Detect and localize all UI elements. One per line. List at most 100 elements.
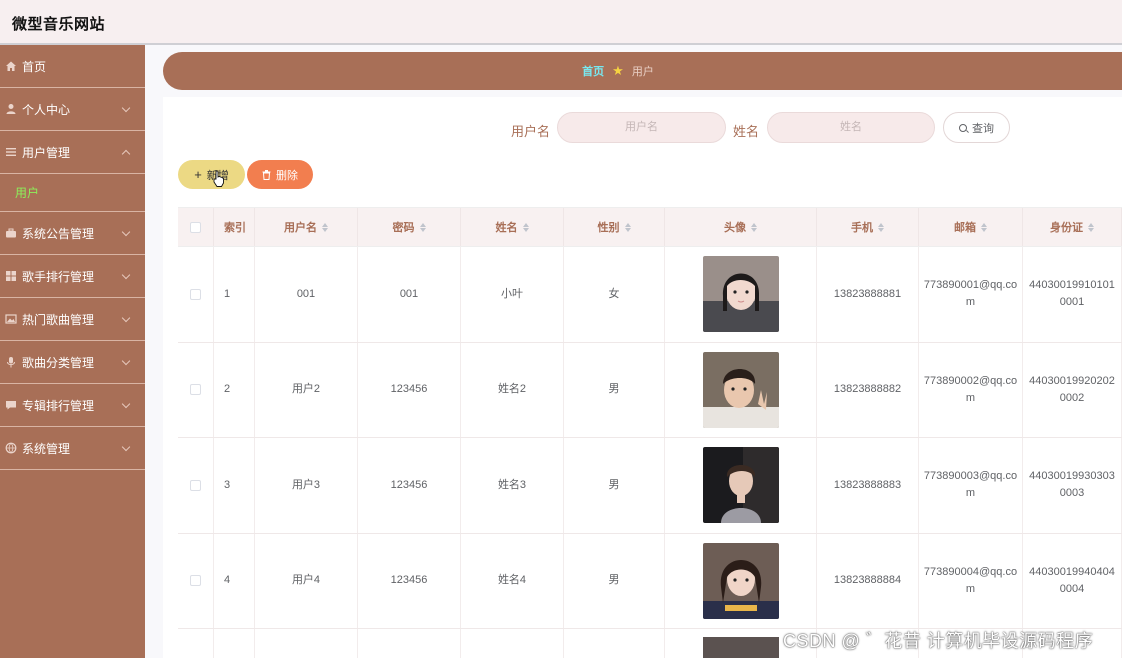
query-button[interactable]: 查询 <box>943 112 1010 143</box>
sidebar-item-album-ranking[interactable]: 专辑排行管理 <box>0 384 145 427</box>
column-header-username[interactable]: 用户名 <box>255 208 358 246</box>
sidebar-item-label: 专辑排行管理 <box>22 398 95 413</box>
table-row[interactable]: 3 用户3 123456 姓名3 男 13823888883 773890003… <box>178 438 1122 534</box>
trash-icon <box>262 169 271 180</box>
sidebar-item-label: 系统公告管理 <box>22 226 95 241</box>
sort-icon[interactable] <box>624 222 631 232</box>
plus-icon: + <box>194 167 202 182</box>
globe-icon <box>5 442 17 454</box>
breadcrumb-current: 用户 <box>631 66 654 78</box>
select-all-checkbox-cell[interactable] <box>178 208 214 246</box>
grid-icon <box>6 271 16 281</box>
column-header-id-card[interactable]: 身份证 <box>1023 208 1122 246</box>
cell-password: 123456 <box>358 438 461 533</box>
chevron-down-icon <box>121 313 131 323</box>
avatar <box>702 542 779 619</box>
sidebar-item-hot-songs[interactable]: 热门歌曲管理 <box>0 298 145 341</box>
picture-icon <box>5 314 17 324</box>
person-icon <box>6 104 16 114</box>
cell-name: 姓名3 <box>461 438 564 533</box>
sidebar-item-label: 歌手排行管理 <box>22 269 95 284</box>
username-label: 用户名 <box>511 124 551 139</box>
cell-id-card: 440300199303030003 <box>1023 438 1122 533</box>
sort-icon[interactable] <box>419 222 426 232</box>
sidebar-item-system-management[interactable]: 系统管理 <box>0 427 145 470</box>
sidebar-item-announcements[interactable]: 系统公告管理 <box>0 212 145 255</box>
column-header-name[interactable]: 姓名 <box>461 208 564 246</box>
briefcase-icon <box>6 228 16 238</box>
breadcrumb-home[interactable]: 首页 <box>582 63 604 79</box>
chevron-down-icon <box>121 227 131 237</box>
watermark: CSDN @ ゛花昔 计算机毕设源码程序 <box>783 631 1094 651</box>
chat-icon <box>6 401 16 410</box>
sort-icon[interactable] <box>751 222 757 232</box>
table-row[interactable]: 4 用户4 123456 姓名4 男 13823888884 773890004… <box>178 533 1122 629</box>
add-button[interactable]: + 新增 <box>178 160 245 189</box>
sidebar-item-label: 个人中心 <box>22 102 71 117</box>
cell-gender: 男 <box>564 533 665 628</box>
row-checkbox[interactable] <box>190 479 201 491</box>
breadcrumb: 首页 ★ 用户 <box>163 52 1122 90</box>
column-header-phone[interactable]: 手机 <box>817 208 919 246</box>
main-panel: 用户名 用户名 姓名 姓名 查询 + 新增 删除 索引 用户名 密码 姓名 性别… <box>163 97 1122 658</box>
table-row[interactable]: 2 用户2 123456 姓名2 男 13823888882 773890002… <box>178 342 1122 438</box>
sort-icon[interactable] <box>878 222 884 232</box>
avatar <box>702 351 779 428</box>
search-form: 用户名 用户名 姓名 姓名 查询 <box>163 112 1122 144</box>
sort-icon[interactable] <box>322 222 328 232</box>
column-header-email[interactable]: 邮箱 <box>919 208 1023 246</box>
cell-name: 姓名2 <box>461 342 564 437</box>
username-search-input[interactable]: 用户名 <box>557 112 726 143</box>
cell-index: 1 <box>214 247 255 342</box>
sidebar-item-label: 热门歌曲管理 <box>22 312 95 327</box>
sidebar-item-label: 首页 <box>22 59 47 74</box>
cell-index: 4 <box>214 533 255 628</box>
row-checkbox[interactable] <box>190 288 201 300</box>
app-title: 微型音乐网站 <box>12 16 106 33</box>
avatar <box>702 447 779 524</box>
cell-id-card: 440300199202020002 <box>1023 342 1122 437</box>
column-header-avatar[interactable]: 头像 <box>665 208 817 246</box>
cell-email: 773890004@qq.com <box>919 533 1023 628</box>
cell-phone: 13823888884 <box>817 533 919 628</box>
cell-username: 用户2 <box>255 342 358 437</box>
cell-gender: 男 <box>564 438 665 533</box>
sidebar-item-song-categories[interactable]: 歌曲分类管理 <box>0 341 145 384</box>
cell-username: 用户3 <box>255 438 358 533</box>
chevron-down-icon <box>121 270 131 280</box>
cell-username: 用户4 <box>255 533 358 628</box>
sort-icon[interactable] <box>1088 222 1094 232</box>
query-button-label: 查询 <box>972 122 994 135</box>
select-all-checkbox[interactable] <box>190 221 201 233</box>
user-table: 索引 用户名 密码 姓名 性别 头像 手机 邮箱 身份证 1 001 001 小… <box>178 207 1122 658</box>
microphone-icon <box>7 357 15 368</box>
sidebar-item-home[interactable]: 首页 <box>0 45 145 88</box>
sidebar-item-singer-ranking[interactable]: 歌手排行管理 <box>0 255 145 298</box>
chevron-down-icon <box>121 356 131 366</box>
cell-index: 2 <box>214 342 255 437</box>
avatar <box>702 256 779 333</box>
name-search-input[interactable]: 姓名 <box>767 112 935 143</box>
sort-icon[interactable] <box>981 222 987 232</box>
chevron-down-icon <box>121 442 131 452</box>
chevron-down-icon <box>121 399 131 409</box>
sidebar: 首页 个人中心 用户管理 用户 系统公告管理 歌手排行管理 热门歌曲管理 歌曲分… <box>0 45 145 658</box>
row-checkbox[interactable] <box>190 575 201 587</box>
top-bar: 微型音乐网站 <box>0 0 1122 45</box>
sidebar-item-label: 歌曲分类管理 <box>22 355 95 370</box>
sidebar-subitem-user[interactable]: 用户 <box>0 174 145 212</box>
column-header-gender[interactable]: 性别 <box>564 208 665 246</box>
cell-phone: 13823888881 <box>817 247 919 342</box>
cell-id-card: 440300199101010001 <box>1023 247 1122 342</box>
column-header-password[interactable]: 密码 <box>358 208 461 246</box>
row-checkbox[interactable] <box>190 384 201 396</box>
cell-name: 小叶 <box>461 247 564 342</box>
sort-icon[interactable] <box>522 222 529 232</box>
sidebar-item-user-management[interactable]: 用户管理 <box>0 131 145 174</box>
cell-phone: 13823888882 <box>817 342 919 437</box>
delete-button[interactable]: 删除 <box>247 160 313 189</box>
sidebar-item-profile[interactable]: 个人中心 <box>0 88 145 131</box>
cell-password: 001 <box>358 247 461 342</box>
cell-index: 3 <box>214 438 255 533</box>
table-row[interactable]: 1 001 001 小叶 女 13823888881 773890001@qq.… <box>178 247 1122 343</box>
